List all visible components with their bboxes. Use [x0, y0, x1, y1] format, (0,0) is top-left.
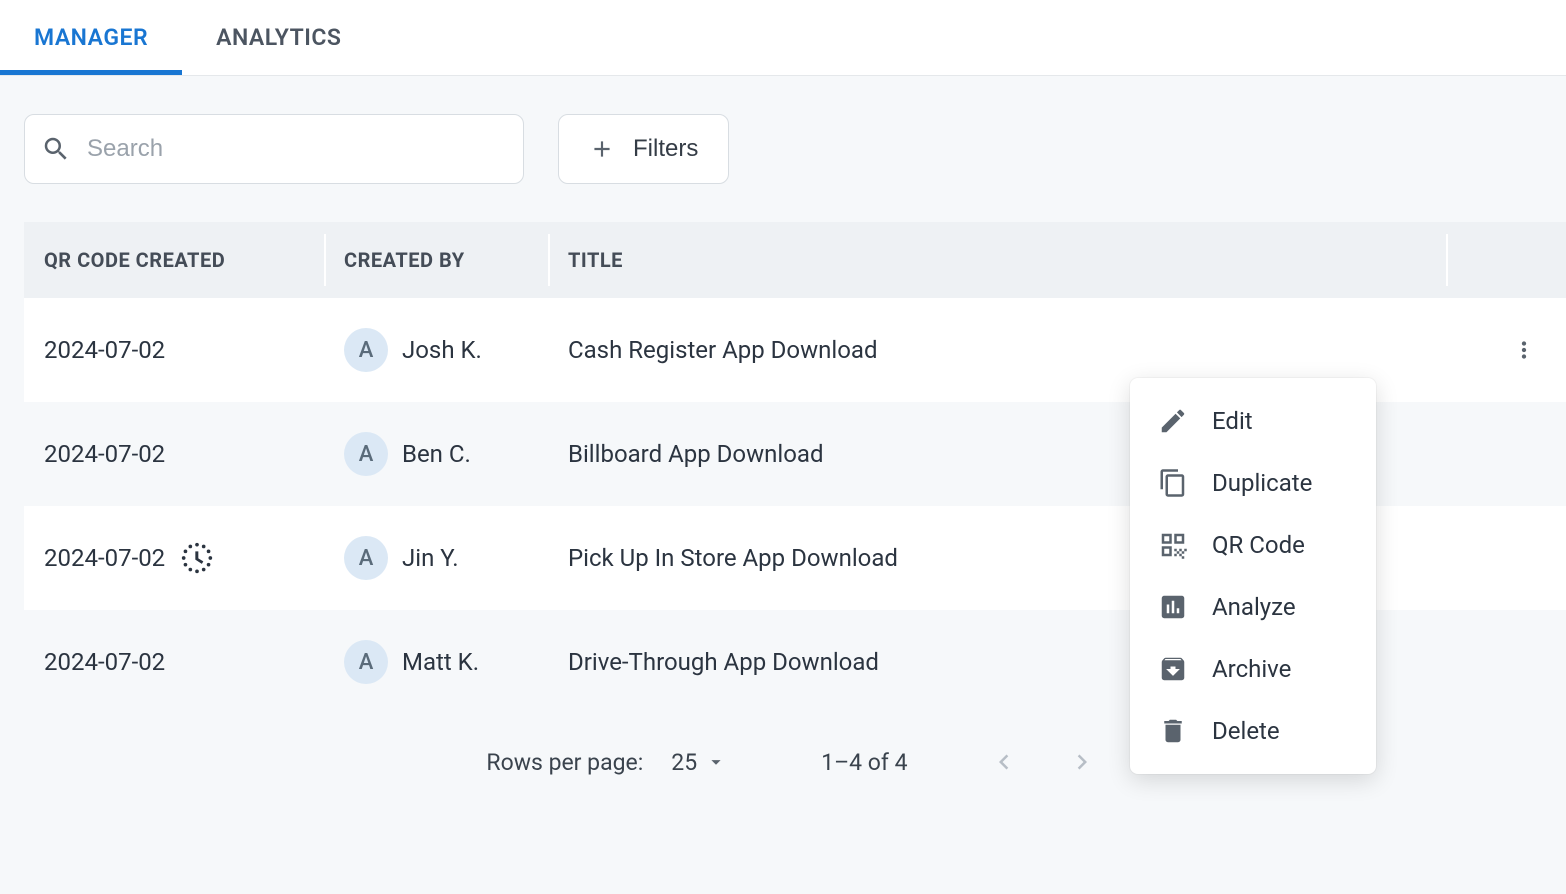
menu-item-edit[interactable]: Edit: [1130, 390, 1376, 452]
next-page-button[interactable]: [1060, 740, 1104, 784]
rows-per-page: Rows per page: 25: [486, 749, 727, 776]
cell-created: 2024-07-02: [44, 440, 304, 468]
menu-label: Delete: [1212, 717, 1280, 745]
toolbar: Filters: [0, 76, 1566, 222]
cell-created: 2024-07-02: [44, 648, 304, 676]
delete-icon: [1158, 716, 1188, 746]
created-by-name: Ben C.: [402, 440, 471, 468]
rows-per-page-label: Rows per page:: [486, 749, 643, 776]
rows-per-page-value: 25: [671, 749, 697, 776]
dropdown-icon: [705, 751, 727, 773]
archive-icon: [1158, 654, 1188, 684]
qrcode-icon: [1158, 530, 1188, 560]
row-actions-button[interactable]: [1502, 328, 1546, 372]
menu-label: Duplicate: [1212, 469, 1312, 497]
avatar: A: [344, 536, 388, 580]
rows-per-page-select[interactable]: 25: [671, 749, 727, 776]
search-field[interactable]: [24, 114, 524, 184]
created-by-name: Jin Y.: [402, 544, 459, 572]
more-vert-icon: [1511, 337, 1537, 363]
row-context-menu: Edit Duplicate QR Code Analyze Archive D…: [1130, 378, 1376, 774]
created-by-name: Josh K.: [402, 336, 482, 364]
search-input[interactable]: [71, 135, 507, 163]
pagination-range: 1–4 of 4: [821, 749, 907, 776]
plus-icon: [589, 136, 615, 162]
chevron-right-icon: [1067, 747, 1097, 777]
edit-icon: [1158, 406, 1188, 436]
menu-item-delete[interactable]: Delete: [1130, 700, 1376, 762]
prev-page-button[interactable]: [982, 740, 1026, 784]
col-header-title[interactable]: TITLE: [548, 222, 1446, 298]
filters-label: Filters: [633, 135, 698, 163]
created-date: 2024-07-02: [44, 648, 165, 676]
created-by-name: Matt K.: [402, 648, 479, 676]
tab-manager[interactable]: MANAGER: [0, 0, 182, 75]
avatar: A: [344, 432, 388, 476]
col-header-created[interactable]: QR CODE CREATED: [24, 222, 324, 298]
menu-label: Archive: [1212, 655, 1291, 683]
avatar: A: [344, 640, 388, 684]
menu-item-duplicate[interactable]: Duplicate: [1130, 452, 1376, 514]
created-date: 2024-07-02: [44, 336, 165, 364]
cell-created: 2024-07-02: [44, 538, 304, 578]
created-date: 2024-07-02: [44, 544, 165, 572]
analyze-icon: [1158, 592, 1188, 622]
cell-by: A Ben C.: [344, 432, 528, 476]
menu-item-analyze[interactable]: Analyze: [1130, 576, 1376, 638]
scheduled-icon: [177, 538, 217, 578]
col-header-actions: [1446, 222, 1566, 298]
cell-by: A Jin Y.: [344, 536, 528, 580]
created-date: 2024-07-02: [44, 440, 165, 468]
cell-by: A Matt K.: [344, 640, 528, 684]
menu-item-qrcode[interactable]: QR Code: [1130, 514, 1376, 576]
tab-analytics[interactable]: ANALYTICS: [182, 0, 375, 75]
menu-item-archive[interactable]: Archive: [1130, 638, 1376, 700]
avatar: A: [344, 328, 388, 372]
duplicate-icon: [1158, 468, 1188, 498]
filters-button[interactable]: Filters: [558, 114, 729, 184]
cell-by: A Josh K.: [344, 328, 528, 372]
tabs: MANAGER ANALYTICS: [0, 0, 1566, 76]
cell-created: 2024-07-02: [44, 336, 304, 364]
menu-label: Analyze: [1212, 593, 1296, 621]
menu-label: QR Code: [1212, 531, 1305, 559]
search-icon: [41, 134, 71, 164]
col-header-by[interactable]: CREATED BY: [324, 222, 548, 298]
chevron-left-icon: [989, 747, 1019, 777]
menu-label: Edit: [1212, 407, 1253, 435]
table-header-row: QR CODE CREATED CREATED BY TITLE: [24, 222, 1566, 298]
